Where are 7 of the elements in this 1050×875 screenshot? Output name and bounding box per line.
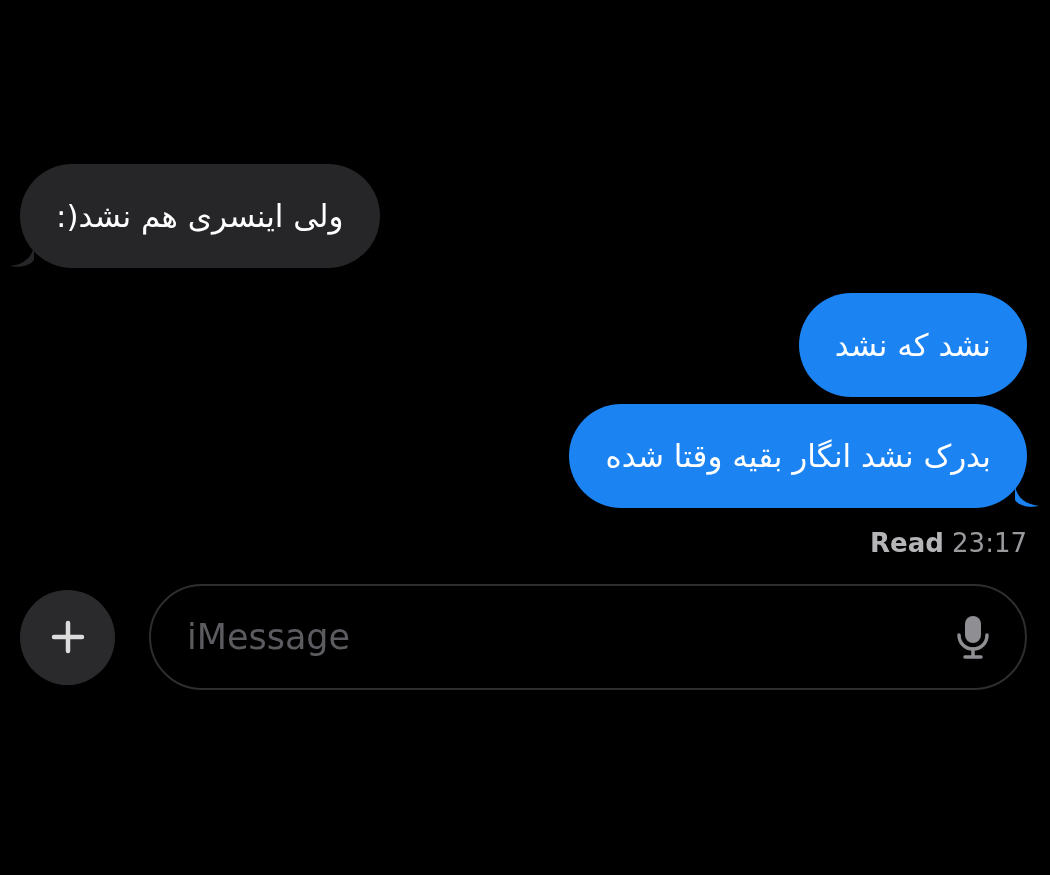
message-bubble: نشد که نشد bbox=[798, 293, 1027, 397]
message-input-field[interactable]: iMessage bbox=[149, 584, 1027, 690]
microphone-icon[interactable] bbox=[955, 614, 991, 660]
plus-icon bbox=[50, 620, 85, 654]
read-receipt: Read 23:17 bbox=[870, 528, 1027, 558]
message-bubble: بدرک نشد انگار بقیه وقتا شده bbox=[569, 404, 1027, 508]
message-bubble: ولی اینسری هم نشد(: bbox=[20, 164, 380, 268]
